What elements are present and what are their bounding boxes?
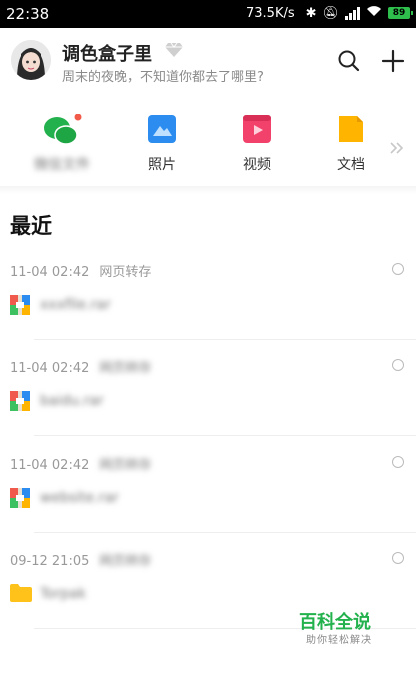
category-label: 视频 xyxy=(243,157,271,173)
wifi-icon xyxy=(366,5,382,21)
battery-icon: 89 xyxy=(388,7,413,19)
item-meta: 11-04 02:42 网页转存 xyxy=(10,357,151,376)
diamond-icon[interactable] xyxy=(164,42,184,62)
section-divider xyxy=(0,186,416,194)
category-wechat[interactable]: 微信文件 xyxy=(22,108,102,178)
select-radio[interactable] xyxy=(392,359,404,371)
file-name: website.rar xyxy=(40,490,119,506)
status-bar: 22:38 73.5K/s ✱ 🔕︎ 89 xyxy=(0,0,416,28)
category-videos[interactable]: 视频 xyxy=(217,108,297,178)
category-documents[interactable]: 文档 xyxy=(311,108,391,178)
username[interactable]: 调色盒子里 xyxy=(62,40,152,66)
network-speed: 73.5K/s xyxy=(246,6,295,21)
signal-icon xyxy=(345,6,360,20)
file-name: baidu.rar xyxy=(40,393,104,409)
watermark-subtitle: 助你轻松解决 xyxy=(306,635,372,646)
item-source: 网页转存 xyxy=(99,554,152,569)
item-source: 网页转存 xyxy=(99,458,152,473)
row-divider xyxy=(34,339,416,340)
select-radio[interactable] xyxy=(392,263,404,275)
item-date: 11-04 02:42 xyxy=(10,265,90,280)
notification-badge xyxy=(74,113,82,121)
item-meta: 11-04 02:42 网页转存 xyxy=(10,261,151,280)
category-label: 照片 xyxy=(148,157,176,173)
mute-icon: 🔕︎ xyxy=(322,5,339,21)
category-label: 文档 xyxy=(337,157,365,173)
more-categories-button[interactable] xyxy=(387,138,407,158)
list-item[interactable]: 11-04 02:42 网页转存 baidu.rar xyxy=(0,357,416,453)
archive-icon xyxy=(10,488,30,508)
photo-icon xyxy=(147,114,177,148)
item-source: 网页转存 xyxy=(99,361,152,376)
select-radio[interactable] xyxy=(392,456,404,468)
row-divider xyxy=(34,532,416,533)
document-icon xyxy=(336,114,366,148)
category-photos[interactable]: 照片 xyxy=(122,108,202,178)
add-button[interactable] xyxy=(379,47,407,75)
search-icon xyxy=(338,50,360,72)
search-button[interactable] xyxy=(336,48,362,74)
archive-icon xyxy=(10,391,30,411)
row-divider xyxy=(34,435,416,436)
wechat-icon xyxy=(42,113,82,152)
select-radio[interactable] xyxy=(392,552,404,564)
list-item[interactable]: 11-04 02:42 网页转存 website.rar xyxy=(0,454,416,550)
plus-icon xyxy=(381,49,405,73)
item-meta: 11-04 02:42 网页转存 xyxy=(10,454,151,473)
category-label: 微信文件 xyxy=(34,157,90,173)
archive-icon xyxy=(10,295,30,315)
file-name: Torpak xyxy=(40,586,87,602)
user-subtitle: 周末的夜晚，不知道你都去了哪里? xyxy=(62,70,264,85)
item-source: 网页转存 xyxy=(99,265,152,280)
item-date: 09-12 21:05 xyxy=(10,554,90,569)
item-meta: 09-12 21:05 网页转存 xyxy=(10,550,151,569)
file-name: xxxfile.rar xyxy=(40,297,111,313)
item-date: 11-04 02:42 xyxy=(10,458,90,473)
double-chevron-right-icon xyxy=(390,142,404,154)
avatar[interactable] xyxy=(11,40,51,80)
status-time: 22:38 xyxy=(6,5,50,23)
item-date: 11-04 02:42 xyxy=(10,361,90,376)
section-title: 最近 xyxy=(10,214,52,238)
folder-icon xyxy=(10,584,32,604)
status-icons: ✱ 🔕︎ 89 xyxy=(305,5,413,21)
list-item[interactable]: 11-04 02:42 网页转存 xxxfile.rar xyxy=(0,261,416,357)
bluetooth-icon: ✱ xyxy=(305,5,317,21)
video-icon xyxy=(242,114,272,148)
